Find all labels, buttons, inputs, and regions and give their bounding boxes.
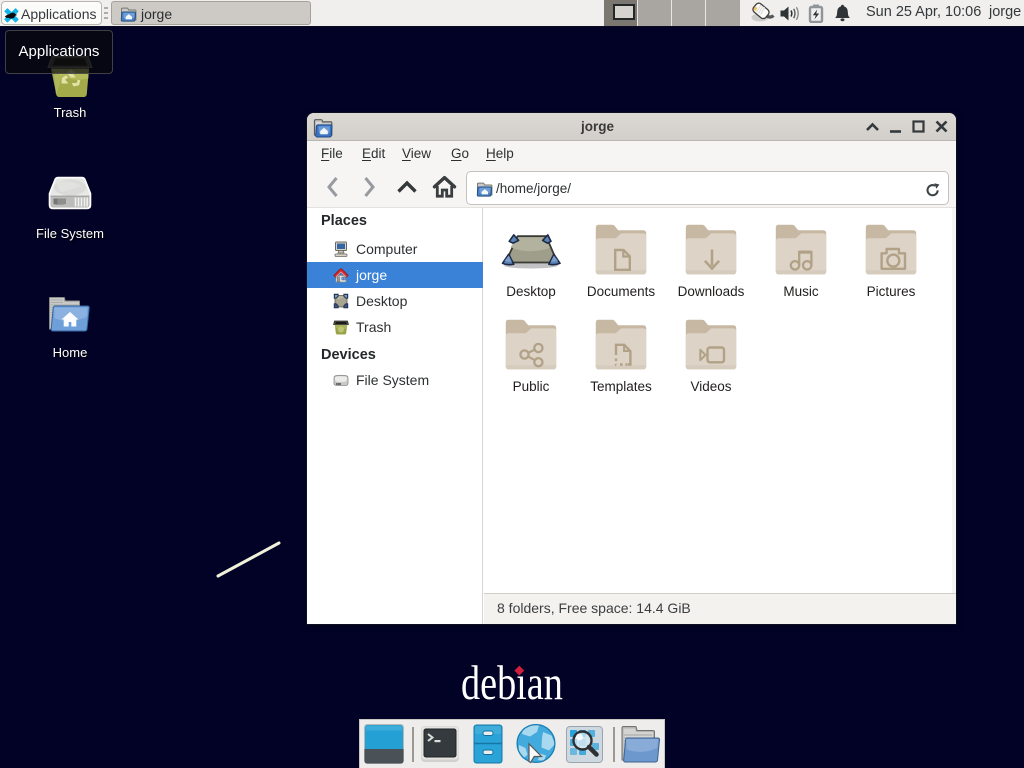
svg-text:debıan: debıan bbox=[461, 656, 563, 711]
